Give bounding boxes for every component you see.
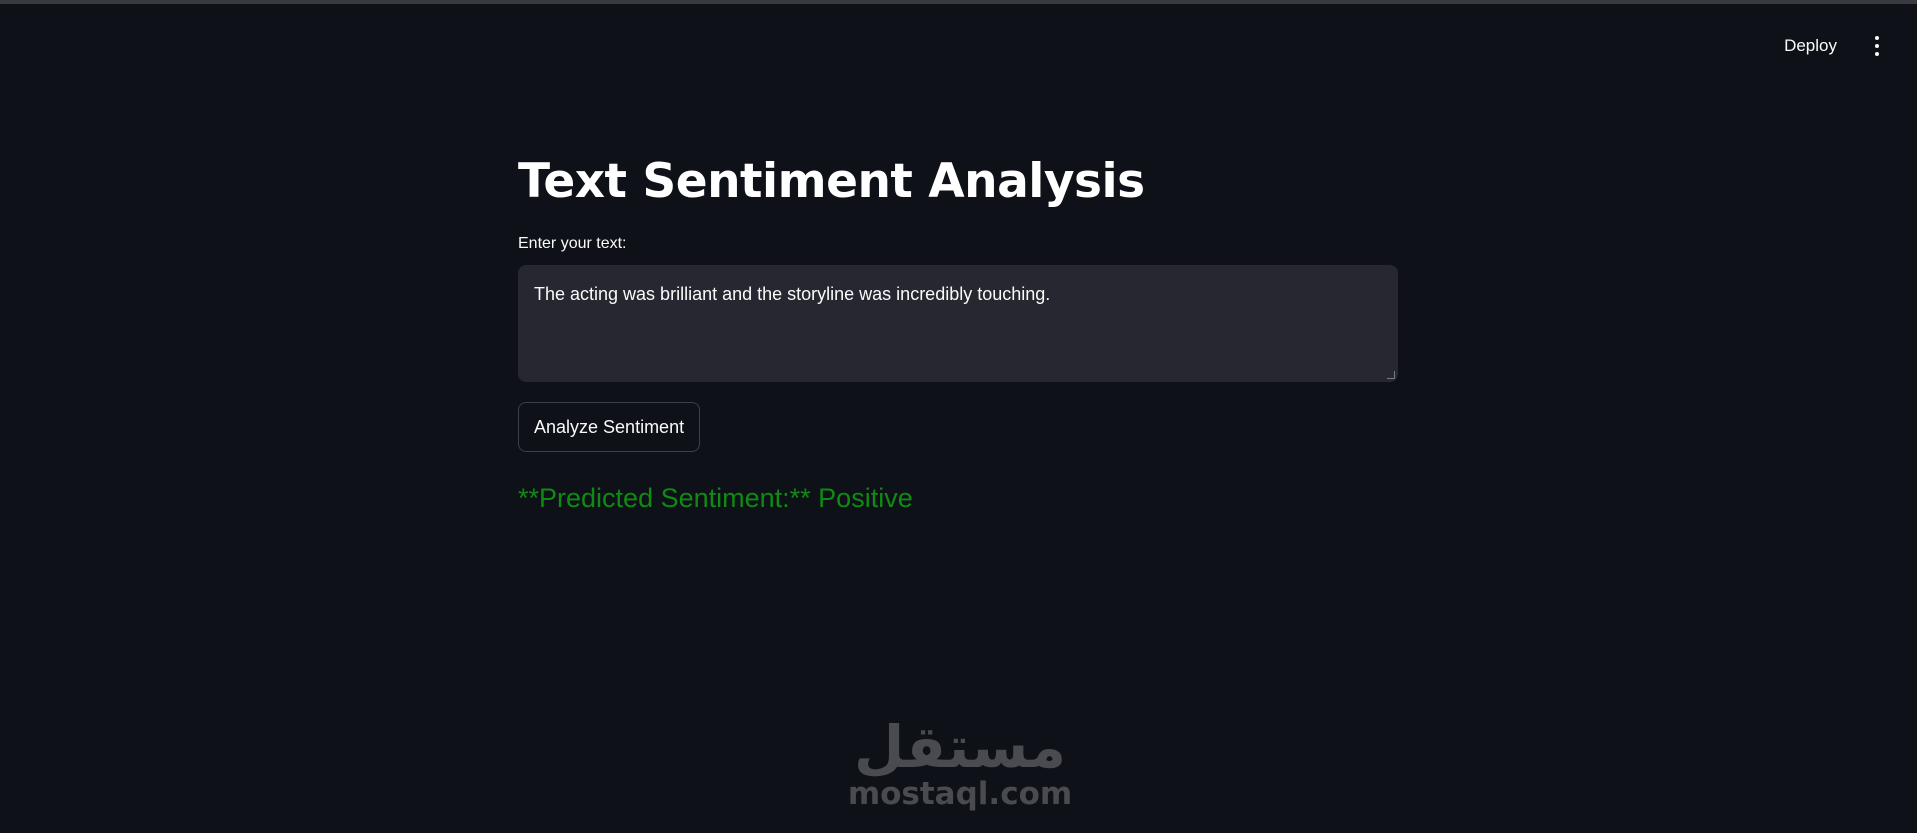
text-input-label: Enter your text:	[518, 235, 627, 252]
analyze-sentiment-button[interactable]: Analyze Sentiment	[518, 402, 701, 452]
text-input[interactable]: The acting was brilliant and the storyli…	[518, 265, 1398, 382]
deploy-button[interactable]: Deploy	[1774, 28, 1847, 64]
watermark-latin-text: mostaql.com	[847, 776, 1073, 812]
menu-dot	[1875, 44, 1879, 48]
more-vertical-icon[interactable]	[1865, 32, 1889, 60]
menu-dot	[1875, 36, 1879, 40]
page-title: Text Sentiment Analysis	[518, 154, 1145, 209]
main-content: Text Sentiment Analysis Enter your text:…	[518, 150, 1398, 516]
watermark-logo: مستقل mostaql.com	[840, 715, 1080, 815]
resize-handle-icon[interactable]	[1387, 371, 1395, 379]
text-input-container: The acting was brilliant and the storyli…	[518, 265, 1398, 382]
app-header: Deploy	[0, 4, 1917, 80]
predicted-sentiment-text: **Predicted Sentiment:** Positive	[518, 483, 913, 513]
watermark-arabic-text: مستقل	[853, 713, 1067, 781]
menu-dot	[1875, 52, 1879, 56]
